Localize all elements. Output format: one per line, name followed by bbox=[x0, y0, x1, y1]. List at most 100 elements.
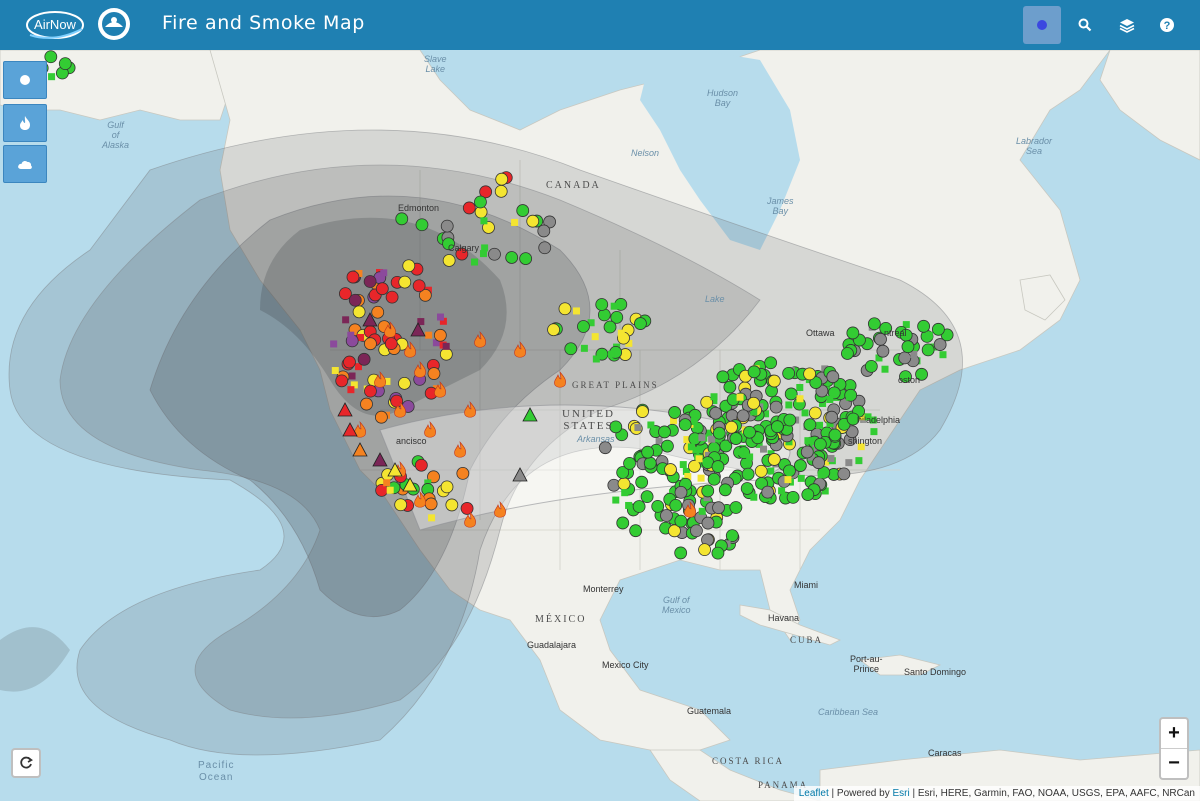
sensor-marker[interactable] bbox=[428, 514, 436, 522]
monitor-marker[interactable] bbox=[800, 445, 814, 459]
refresh-button[interactable] bbox=[11, 748, 41, 778]
sensor-marker[interactable] bbox=[826, 395, 834, 403]
monitor-marker[interactable] bbox=[660, 509, 673, 522]
sensor-marker[interactable] bbox=[736, 393, 744, 401]
monitor-marker[interactable] bbox=[661, 439, 674, 453]
monitor-marker[interactable] bbox=[786, 490, 800, 504]
sensor-marker[interactable] bbox=[471, 258, 479, 266]
airnow-logo[interactable]: AirNow bbox=[24, 7, 86, 43]
monitor-marker[interactable] bbox=[669, 498, 683, 512]
sensor-marker[interactable] bbox=[617, 329, 625, 337]
sensor-marker[interactable] bbox=[511, 218, 519, 226]
monitor-marker[interactable] bbox=[674, 514, 688, 528]
monitor-marker[interactable] bbox=[623, 456, 636, 470]
sensor-marker[interactable] bbox=[634, 424, 642, 432]
monitor-marker[interactable] bbox=[516, 204, 530, 217]
monitor-marker[interactable] bbox=[460, 502, 474, 515]
monitor-marker[interactable] bbox=[711, 546, 725, 560]
monitor-marker[interactable] bbox=[701, 484, 715, 498]
monitor-marker[interactable] bbox=[616, 516, 630, 530]
monitor-marker[interactable] bbox=[58, 57, 72, 71]
monitor-marker[interactable] bbox=[346, 270, 360, 284]
fire-smoke-map[interactable]: Slave Lake Hudson Bay Gulf of Alaska Lab… bbox=[0, 50, 1200, 801]
monitor-marker[interactable] bbox=[801, 488, 815, 501]
monitor-marker[interactable] bbox=[743, 425, 756, 439]
monitors-toggle-button[interactable] bbox=[1023, 6, 1061, 44]
monitor-marker[interactable] bbox=[826, 370, 840, 384]
monitor-marker[interactable] bbox=[723, 380, 737, 394]
monitors-layer-button[interactable] bbox=[3, 61, 47, 99]
monitor-marker[interactable] bbox=[519, 252, 533, 265]
sensor-marker[interactable] bbox=[698, 434, 706, 442]
monitor-marker[interactable] bbox=[375, 282, 389, 296]
monitor-marker[interactable] bbox=[495, 172, 509, 186]
monitor-marker[interactable] bbox=[901, 340, 915, 354]
monitor-marker[interactable] bbox=[442, 254, 456, 267]
monitor-marker[interactable] bbox=[828, 428, 842, 442]
monitor-marker[interactable] bbox=[754, 464, 768, 478]
monitor-marker[interactable] bbox=[747, 396, 760, 410]
monitor-marker[interactable] bbox=[931, 322, 945, 336]
monitor-marker[interactable] bbox=[488, 247, 501, 261]
monitor-marker[interactable] bbox=[424, 497, 438, 511]
monitor-marker[interactable] bbox=[636, 405, 649, 418]
monitor-marker[interactable] bbox=[547, 323, 560, 337]
sensor-marker[interactable] bbox=[855, 457, 863, 465]
layers-button[interactable] bbox=[1108, 6, 1146, 44]
monitor-marker[interactable] bbox=[803, 418, 817, 432]
sensor-marker[interactable] bbox=[679, 461, 687, 469]
monitor-marker[interactable] bbox=[841, 347, 854, 360]
monitor-marker[interactable] bbox=[674, 546, 688, 560]
monitor-marker[interactable] bbox=[595, 298, 609, 311]
sensor-marker[interactable] bbox=[572, 307, 580, 315]
sensor-marker[interactable] bbox=[784, 476, 792, 484]
sensor-marker[interactable] bbox=[592, 355, 600, 363]
monitor-marker[interactable] bbox=[769, 400, 783, 414]
sensor-marker[interactable] bbox=[621, 489, 629, 497]
monitor-marker[interactable] bbox=[641, 445, 655, 459]
monitor-marker[interactable] bbox=[825, 410, 839, 424]
monitor-marker[interactable] bbox=[537, 224, 551, 238]
sensor-marker[interactable] bbox=[591, 333, 599, 341]
sensor-marker[interactable] bbox=[816, 421, 824, 429]
monitor-marker[interactable] bbox=[803, 367, 816, 381]
sensor-marker[interactable] bbox=[817, 471, 825, 479]
monitor-marker[interactable] bbox=[898, 351, 912, 365]
monitor-marker[interactable] bbox=[736, 409, 750, 423]
monitor-marker[interactable] bbox=[764, 356, 778, 370]
monitor-marker[interactable] bbox=[813, 437, 827, 451]
sensor-marker[interactable] bbox=[48, 73, 56, 81]
sensor-marker[interactable] bbox=[690, 417, 698, 425]
sensor-marker[interactable] bbox=[767, 467, 775, 475]
monitor-marker[interactable] bbox=[740, 482, 754, 495]
sensor-marker[interactable] bbox=[736, 448, 744, 456]
sensor-marker[interactable] bbox=[330, 340, 338, 348]
monitor-marker[interactable] bbox=[414, 458, 428, 472]
sensor-marker[interactable] bbox=[425, 331, 433, 339]
monitor-marker[interactable] bbox=[360, 397, 373, 411]
monitor-marker[interactable] bbox=[433, 328, 447, 342]
sensor-marker[interactable] bbox=[710, 393, 718, 401]
monitor-marker[interactable] bbox=[348, 293, 362, 307]
monitor-marker[interactable] bbox=[629, 524, 643, 538]
monitor-marker[interactable] bbox=[402, 259, 416, 273]
sensor-marker[interactable] bbox=[647, 421, 655, 429]
monitor-marker[interactable] bbox=[741, 467, 755, 481]
monitor-marker[interactable] bbox=[398, 275, 412, 289]
sensor-marker[interactable] bbox=[785, 401, 793, 409]
sensor-marker[interactable] bbox=[827, 454, 835, 462]
monitor-marker[interactable] bbox=[917, 319, 931, 333]
monitor-marker[interactable] bbox=[783, 464, 796, 478]
sensor-marker[interactable] bbox=[697, 474, 705, 482]
monitor-marker[interactable] bbox=[846, 326, 860, 340]
sensor-marker[interactable] bbox=[386, 486, 394, 494]
monitor-marker[interactable] bbox=[394, 498, 408, 512]
monitor-marker[interactable] bbox=[674, 486, 688, 499]
monitor-marker[interactable] bbox=[867, 317, 881, 331]
monitor-marker[interactable] bbox=[711, 460, 725, 473]
sensor-marker[interactable] bbox=[845, 393, 853, 401]
help-button[interactable]: ? bbox=[1148, 6, 1186, 44]
monitor-marker[interactable] bbox=[632, 500, 646, 513]
monitor-marker[interactable] bbox=[456, 467, 470, 480]
monitor-marker[interactable] bbox=[427, 367, 441, 380]
